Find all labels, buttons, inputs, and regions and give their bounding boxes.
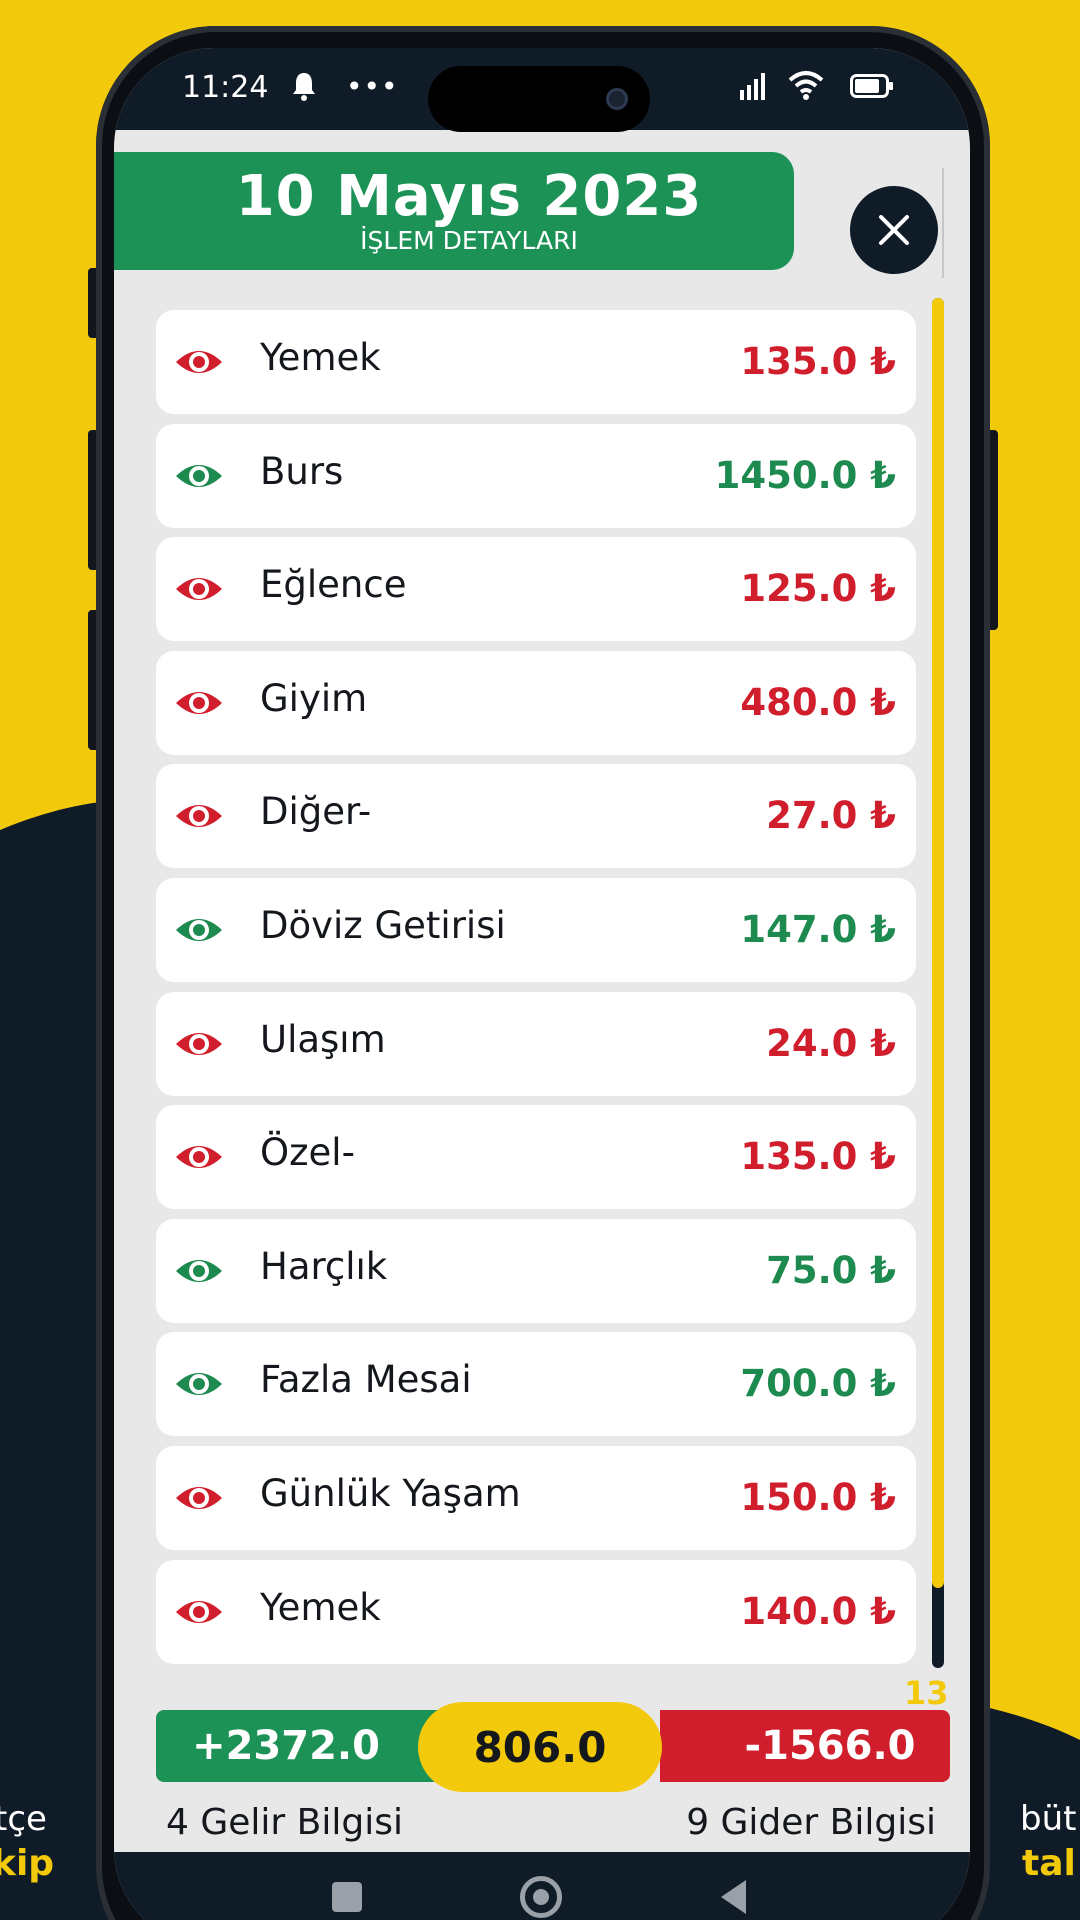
income-caption: 4 Gelir Bilgisi: [166, 1802, 403, 1843]
transaction-row[interactable]: Yemek 140.0 ₺: [156, 1560, 916, 1664]
transaction-row[interactable]: Giyim 480.0 ₺: [156, 651, 916, 755]
wifi-icon: [788, 71, 824, 100]
transaction-label: Diğer-: [260, 790, 372, 833]
camera-cutout: [428, 66, 650, 132]
eye-icon[interactable]: [174, 798, 224, 834]
transaction-label: Eğlence: [260, 563, 407, 606]
eye-icon[interactable]: [174, 1139, 224, 1175]
transaction-label: Günlük Yaşam: [260, 1472, 521, 1515]
eye-icon[interactable]: [174, 912, 224, 948]
transaction-row[interactable]: Burs 1450.0 ₺: [156, 424, 916, 528]
signal-icon: [740, 73, 765, 100]
transaction-label: Ulaşım: [260, 1018, 386, 1061]
eye-icon[interactable]: [174, 1480, 224, 1516]
transaction-row[interactable]: Özel- 135.0 ₺: [156, 1105, 916, 1209]
background-text-right-top: büt: [1020, 1799, 1077, 1839]
transaction-amount: 135.0 ₺: [740, 340, 896, 383]
net-balance: 806.0: [418, 1702, 662, 1792]
camera-lens-icon: [606, 88, 628, 110]
status-time: 11:24: [182, 70, 269, 105]
close-button[interactable]: [850, 186, 938, 274]
transaction-row[interactable]: Günlük Yaşam 150.0 ₺: [156, 1446, 916, 1550]
eye-icon[interactable]: [174, 1026, 224, 1062]
transaction-row[interactable]: Harçlık 75.0 ₺: [156, 1219, 916, 1323]
transaction-amount: 27.0 ₺: [766, 794, 896, 837]
page-title: 10 Mayıs 2023: [235, 163, 703, 229]
back-button[interactable]: [718, 1878, 748, 1916]
expense-caption: 9 Gider Bilgisi: [686, 1802, 936, 1843]
scrollbar-thumb[interactable]: [932, 298, 944, 1588]
background-text-left-top: tçe: [0, 1799, 47, 1839]
transaction-amount: 1450.0 ₺: [714, 454, 896, 497]
transaction-label: Özel-: [260, 1131, 355, 1174]
phone-screen: 11:24 ••• 10 Mayıs 2023 İŞLEM DETAYLARI …: [114, 48, 970, 1920]
date-header: 10 Mayıs 2023 İŞLEM DETAYLARI: [114, 152, 794, 270]
transaction-label: Yemek: [260, 1586, 381, 1629]
status-bar: 11:24 •••: [114, 48, 970, 132]
eye-icon[interactable]: [174, 685, 224, 721]
transaction-row[interactable]: Fazla Mesai 700.0 ₺: [156, 1332, 916, 1436]
bell-icon: [293, 73, 315, 101]
eye-icon[interactable]: [174, 1594, 224, 1630]
home-button[interactable]: [520, 1876, 562, 1918]
transaction-amount: 150.0 ₺: [740, 1476, 896, 1519]
transaction-row[interactable]: Diğer- 27.0 ₺: [156, 764, 916, 868]
transaction-row[interactable]: Ulaşım 24.0 ₺: [156, 992, 916, 1096]
divider: [942, 168, 944, 278]
transaction-label: Yemek: [260, 336, 381, 379]
transaction-label: Burs: [260, 450, 344, 493]
transaction-amount: 125.0 ₺: [740, 567, 896, 610]
transaction-label: Döviz Getirisi: [260, 904, 506, 947]
transaction-label: Giyim: [260, 677, 368, 720]
expense-total: -1566.0: [660, 1710, 950, 1782]
eye-icon[interactable]: [174, 458, 224, 494]
transaction-row[interactable]: Eğlence 125.0 ₺: [156, 537, 916, 641]
transaction-label: Fazla Mesai: [260, 1358, 472, 1401]
transaction-amount: 147.0 ₺: [740, 908, 896, 951]
recent-apps-button[interactable]: [332, 1882, 362, 1912]
more-dots-icon: •••: [346, 70, 399, 103]
transaction-amount: 140.0 ₺: [740, 1590, 896, 1633]
background-text-left-bottom: kip: [0, 1843, 55, 1884]
eye-icon[interactable]: [174, 1366, 224, 1402]
transaction-count: 13: [904, 1674, 949, 1712]
home-icon: [533, 1889, 549, 1905]
transaction-amount: 480.0 ₺: [740, 681, 896, 724]
eye-icon[interactable]: [174, 1253, 224, 1289]
transaction-amount: 24.0 ₺: [766, 1022, 896, 1065]
transaction-amount: 700.0 ₺: [740, 1362, 896, 1405]
background-text-right-bottom: tal: [1022, 1843, 1076, 1884]
transaction-row[interactable]: Döviz Getirisi 147.0 ₺: [156, 878, 916, 982]
close-icon: [879, 215, 909, 245]
battery-icon: [850, 74, 893, 98]
transaction-label: Harçlık: [260, 1245, 388, 1288]
page-subtitle: İŞLEM DETAYLARI: [360, 225, 578, 255]
transaction-list[interactable]: Yemek 135.0 ₺ Burs 1450.0 ₺ Eğlence 125.0 ₺ Gi…: [156, 310, 916, 1668]
eye-icon[interactable]: [174, 344, 224, 380]
transaction-amount: 135.0 ₺: [740, 1135, 896, 1178]
transaction-amount: 75.0 ₺: [766, 1249, 896, 1292]
transaction-row[interactable]: Yemek 135.0 ₺: [156, 310, 916, 414]
eye-icon[interactable]: [174, 571, 224, 607]
